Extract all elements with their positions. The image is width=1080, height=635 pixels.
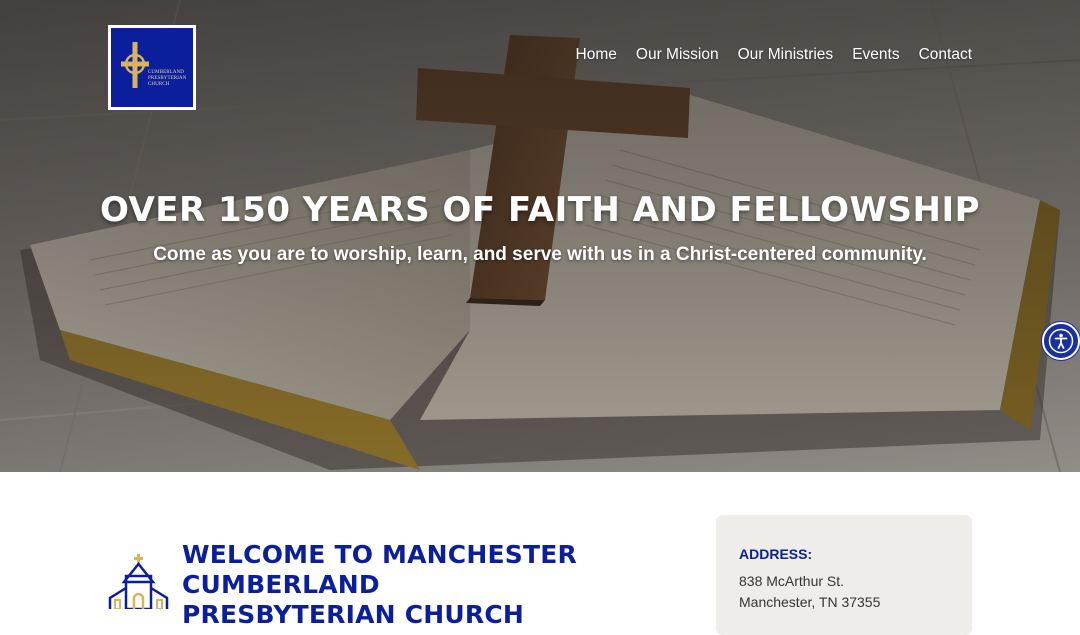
nav-events[interactable]: Events: [852, 46, 899, 64]
church-icon: [108, 554, 169, 609]
address-street: 838 McArthur St.: [739, 573, 845, 589]
main-nav: Home Our Mission Our Ministries Events C…: [576, 46, 972, 64]
church-logo[interactable]: CUMBERLAND PRESBYTERIAN CHURCH: [108, 25, 196, 110]
nav-contact[interactable]: Contact: [919, 46, 972, 64]
address-city: Manchester, TN 37355: [739, 594, 881, 610]
accessibility-button[interactable]: [1042, 322, 1080, 360]
address-label: ADDRESS:: [739, 546, 813, 562]
address-card: ADDRESS: 838 McArthur St. Manchester, TN…: [716, 515, 972, 635]
accessibility-icon: [1048, 328, 1074, 354]
hero-subtitle: Come as you are to worship, learn, and s…: [153, 244, 927, 265]
nav-our-ministries[interactable]: Our Ministries: [738, 46, 834, 64]
logo-text: CUMBERLAND PRESBYTERIAN CHURCH: [148, 70, 187, 87]
nav-our-mission[interactable]: Our Mission: [636, 46, 719, 64]
welcome-title: WELCOME TO MANCHESTER CUMBERLAND PRESBYT…: [182, 540, 577, 629]
hero-title: OVER 150 YEARS OF FAITH AND FELLOWSHIP: [99, 190, 981, 230]
nav-home[interactable]: Home: [576, 46, 617, 64]
celtic-cross-icon: [121, 42, 149, 88]
